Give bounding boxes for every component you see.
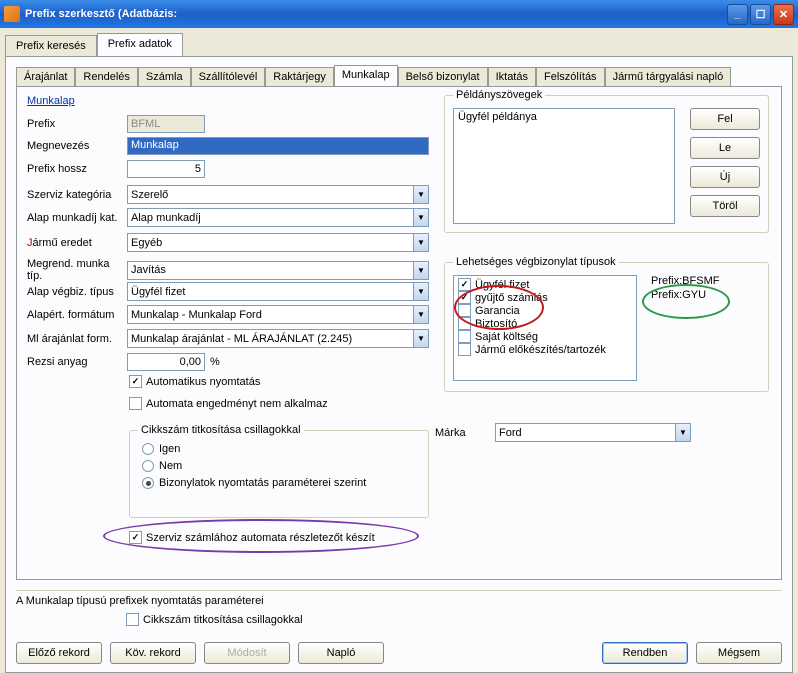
cikkszam-group: Cikkszám titkosítása csillagokkal Igen N… [129, 430, 429, 518]
label-szerviz-szamla: Szerviz számlához automata részletezőt k… [146, 532, 375, 544]
content-panel: Árajánlat Rendelés Számla Szállítólevél … [5, 56, 793, 673]
label-bottom-cikkszam: Cikkszám titkosítása csillagokkal [143, 614, 303, 626]
label-szerviz-kat: Szerviz kategória [27, 189, 127, 201]
main-tabs: Prefix keresés Prefix adatok [5, 33, 793, 56]
chk-garancia[interactable] [458, 304, 471, 317]
peldany-title: Példányszövegek [453, 89, 545, 101]
chk-sajat-koltseg[interactable] [458, 330, 471, 343]
kov-rekord-button[interactable]: Köv. rekord [110, 642, 196, 664]
sub-tabs: Árajánlat Rendelés Számla Szállítólevél … [16, 65, 782, 86]
szerviz-kat-combo[interactable]: Szerelő▼ [127, 185, 429, 204]
prefix-input [127, 115, 205, 133]
radio-nem[interactable] [142, 460, 154, 472]
percent-unit: % [210, 356, 220, 368]
close-button[interactable]: ✕ [773, 4, 794, 25]
megnevezes-input[interactable]: Munkalap [127, 137, 429, 155]
peldany-list[interactable]: Ügyfél példánya [453, 108, 675, 224]
chk-ugyfel-fizet[interactable]: ✓ [458, 278, 471, 291]
vegbiz-title: Lehetséges végbizonylat típusok [453, 256, 619, 268]
prefix-bfsmf: Prefix:BFSMF [651, 275, 719, 287]
modosit-button: Módosít [204, 642, 290, 664]
rendben-button[interactable]: Rendben [602, 642, 688, 664]
tab-arajanlat[interactable]: Árajánlat [16, 67, 75, 86]
peldany-group: Példányszövegek Ügyfél példánya Fel Le Ú… [444, 95, 769, 233]
tab-felszolitas[interactable]: Felszólítás [536, 67, 605, 86]
vegbiz-group: Lehetséges végbizonylat típusok ✓Ügyfél … [444, 262, 769, 392]
label-alap-vegbiz: Alap végbiz. típus [27, 286, 127, 298]
marka-combo[interactable]: Ford▼ [495, 423, 691, 442]
prefix-hossz-input[interactable] [127, 160, 205, 178]
le-button[interactable]: Le [690, 137, 760, 159]
tab-szallitolevel[interactable]: Szállítólevél [191, 67, 266, 86]
alapert-formatum-combo[interactable]: Munkalap - Munkalap Ford▼ [127, 305, 429, 324]
chevron-down-icon: ▼ [413, 234, 428, 251]
tab-szamla[interactable]: Számla [138, 67, 191, 86]
tab-jarmu-targyalasi[interactable]: Jármű tárgyalási napló [605, 67, 732, 86]
tab-iktatas[interactable]: Iktatás [488, 67, 536, 86]
naplo-button[interactable]: Napló [298, 642, 384, 664]
bottom-button-bar: Előző rekord Köv. rekord Módosít Napló R… [16, 642, 782, 664]
label-alapert-formatum: Alapért. formátum [27, 309, 127, 321]
label-marka: Márka [435, 427, 495, 439]
elozo-rekord-button[interactable]: Előző rekord [16, 642, 102, 664]
label-prefix: Prefix [27, 118, 127, 130]
megrend-combo[interactable]: Javítás▼ [127, 261, 429, 280]
radio-igen[interactable] [142, 443, 154, 455]
chevron-down-icon: ▼ [675, 424, 690, 441]
tab-rendeles[interactable]: Rendelés [75, 67, 137, 86]
maximize-button[interactable]: ☐ [750, 4, 771, 25]
tab-prefix-kereses[interactable]: Prefix keresés [5, 35, 97, 56]
bottom-section-title: A Munkalap típusú prefixek nyomtatás par… [16, 595, 782, 607]
jarmu-eredet-combo[interactable]: Egyéb▼ [127, 233, 429, 252]
torol-button[interactable]: Töröl [690, 195, 760, 217]
sub-content: Munkalap Prefix MegnevezésMunkalap Prefi… [16, 86, 782, 580]
fel-button[interactable]: Fel [690, 108, 760, 130]
ml-arajanlat-combo[interactable]: Munkalap árajánlat - ML ÁRAJÁNLAT (2.245… [127, 329, 429, 348]
label-rezsi-anyag: Rezsi anyag [27, 356, 127, 368]
label-auto-nyomtatas: Automatikus nyomtatás [146, 376, 260, 388]
window-title: Prefix szerkesztő (Adatbázis: [25, 8, 727, 20]
chk-biztosito[interactable] [458, 317, 471, 330]
megsem-button[interactable]: Mégsem [696, 642, 782, 664]
rezsi-anyag-input[interactable] [127, 353, 205, 371]
tab-raktarjegy[interactable]: Raktárjegy [265, 67, 334, 86]
titlebar: Prefix szerkesztő (Adatbázis: _ ☐ ✕ [0, 0, 798, 28]
chevron-down-icon: ▼ [413, 262, 428, 279]
szerviz-szamla-checkbox[interactable]: ✓ [129, 531, 142, 544]
uj-button[interactable]: Új [690, 166, 760, 188]
alap-vegbiz-combo[interactable]: Ügyfél fizet▼ [127, 282, 429, 301]
prefix-gyu: Prefix:GYU [651, 289, 706, 301]
label-megnevezes: Megnevezés [27, 140, 127, 152]
chevron-down-icon: ▼ [413, 306, 428, 323]
bottom-cikkszam-checkbox[interactable] [126, 613, 139, 626]
label-auto-engedmeny: Automata engedményt nem alkalmaz [146, 398, 328, 410]
label-alap-munkadij: Alap munkadíj kat. [27, 212, 127, 224]
chevron-down-icon: ▼ [413, 209, 428, 226]
label-prefix-hossz: Prefix hossz [27, 163, 127, 175]
label-jarmu-eredet: Jármű eredet [27, 237, 127, 249]
app-icon [4, 6, 20, 22]
cikkszam-group-title: Cikkszám titkosítása csillagokkal [138, 424, 304, 436]
vegbiz-list[interactable]: ✓Ügyfél fizet ✓gyűjtő számlás Garancia B… [453, 275, 637, 381]
section-title: Munkalap [27, 95, 75, 107]
chevron-down-icon: ▼ [413, 283, 428, 300]
alap-munkadij-combo[interactable]: Alap munkadíj▼ [127, 208, 429, 227]
chevron-down-icon: ▼ [413, 330, 428, 347]
label-megrend: Megrend. munka típ. [27, 258, 127, 282]
tab-prefix-adatok[interactable]: Prefix adatok [97, 33, 183, 56]
bottom-section: A Munkalap típusú prefixek nyomtatás par… [16, 590, 782, 630]
minimize-button[interactable]: _ [727, 4, 748, 25]
chevron-down-icon: ▼ [413, 186, 428, 203]
label-ml-arajanlat: Ml árajánlat form. [27, 333, 127, 345]
auto-engedmeny-checkbox[interactable] [129, 397, 142, 410]
radio-bizonylatok[interactable] [142, 477, 154, 489]
tab-belso-bizonylat[interactable]: Belső bizonylat [398, 67, 488, 86]
tab-munkalap[interactable]: Munkalap [334, 65, 398, 86]
chk-gyujto-szamlas[interactable]: ✓ [458, 291, 471, 304]
auto-nyomtatas-checkbox[interactable]: ✓ [129, 375, 142, 388]
chk-jarmu-elokeszites[interactable] [458, 343, 471, 356]
